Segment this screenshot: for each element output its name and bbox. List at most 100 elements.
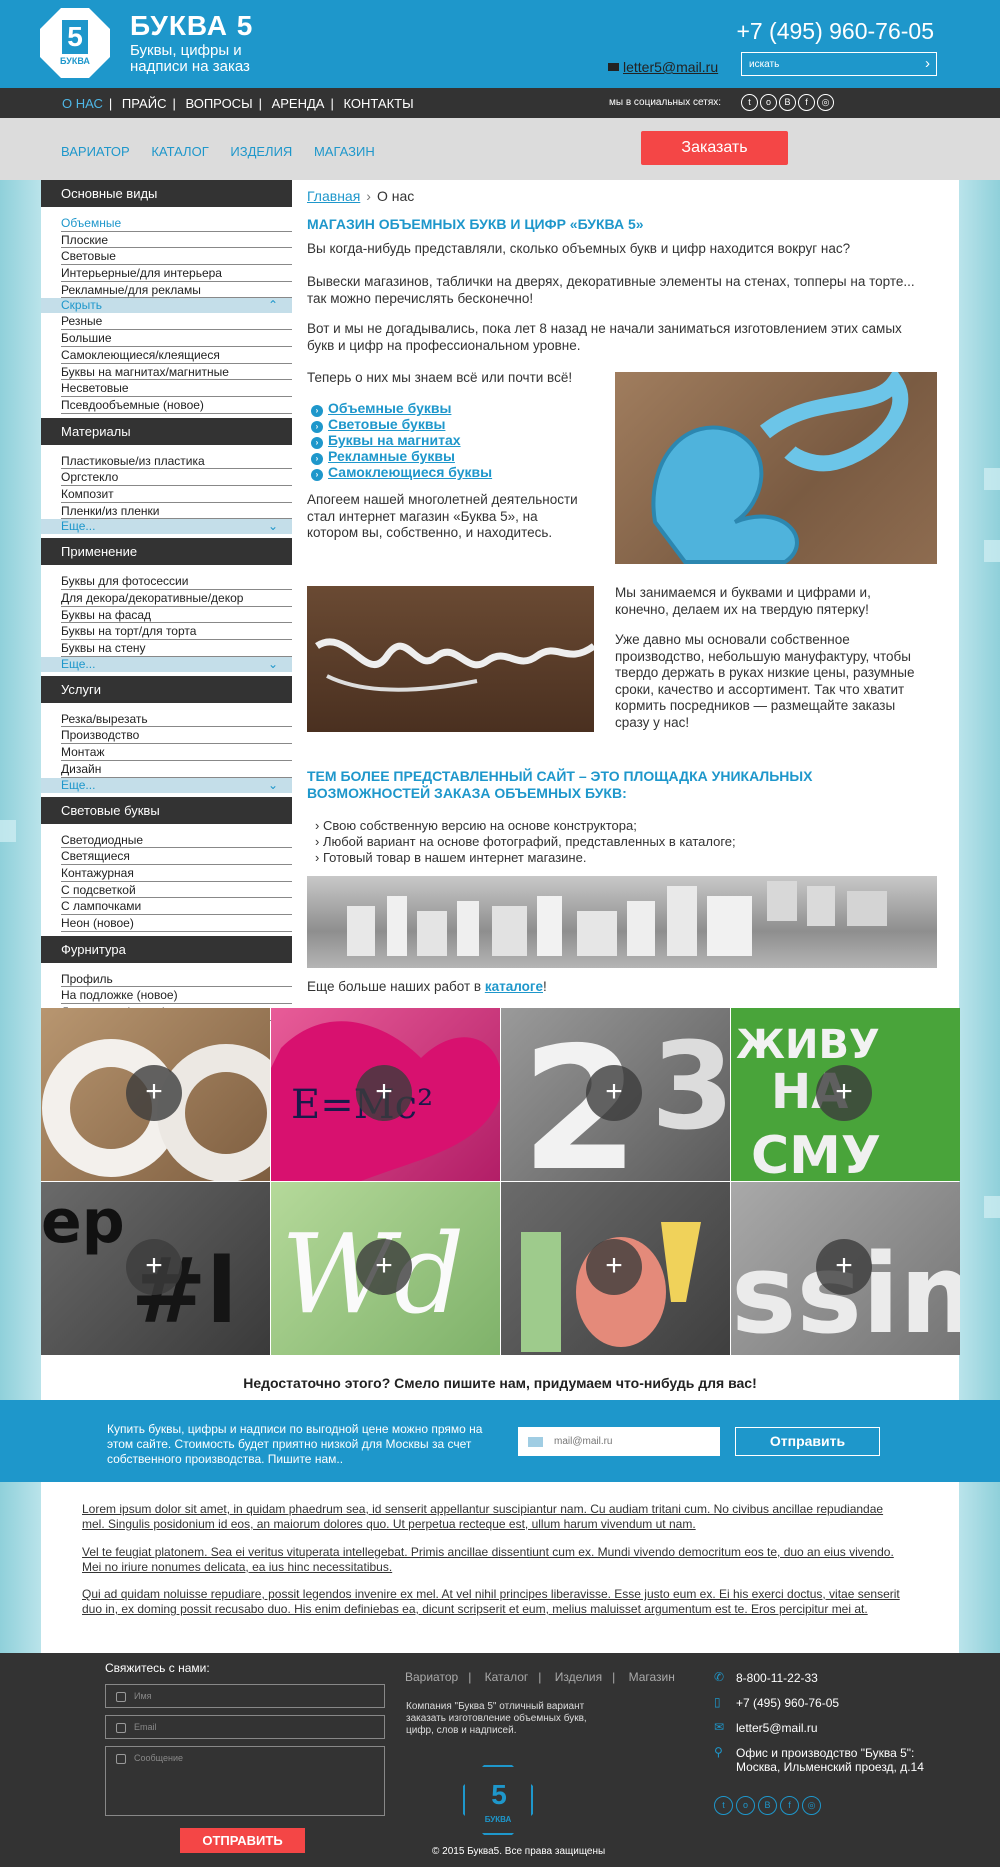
sidebar-item[interactable]: Интерьерные/для интерьера	[61, 265, 292, 282]
subnav-products[interactable]: ИЗДЕЛИЯ	[230, 144, 292, 159]
logo[interactable]: 5 БУКВА	[40, 8, 110, 78]
subscribe-email-input[interactable]	[518, 1427, 720, 1456]
sidebar-item[interactable]: Рекламные/для рекламы	[61, 282, 292, 299]
gallery-tile[interactable]: 23 +	[501, 1008, 730, 1181]
name-field[interactable]: Имя	[105, 1684, 385, 1708]
sidebar-toggle[interactable]: Скрыть ⌃	[41, 298, 292, 314]
footer-nav-variator[interactable]: Вариатор	[405, 1670, 458, 1684]
facebook-icon[interactable]: f	[798, 94, 815, 111]
sidebar-item[interactable]: Пленки/из пленки	[61, 503, 292, 520]
sidebar-item[interactable]: Буквы для фотосессии	[61, 573, 292, 590]
footer-logo[interactable]: 5 БУКВА	[463, 1765, 533, 1835]
instagram-icon[interactable]: ◎	[817, 94, 834, 111]
sidebar-item[interactable]: Пластиковые/из пластика	[61, 453, 292, 470]
plus-icon[interactable]: +	[126, 1239, 182, 1295]
facebook-icon[interactable]: f	[780, 1796, 799, 1815]
sidebar-item[interactable]: Профиль	[61, 971, 292, 988]
sidebar-item[interactable]: Производство	[61, 727, 292, 745]
nav-price[interactable]: ПРАЙС	[122, 96, 167, 111]
sidebar-item[interactable]: Буквы на магнитах/магнитные	[61, 364, 292, 381]
odnoklassniki-icon[interactable]: о	[736, 1796, 755, 1815]
footer-nav-catalog[interactable]: Каталог	[485, 1670, 529, 1684]
subscribe-send-button[interactable]: Отправить	[735, 1427, 880, 1456]
catalog-link[interactable]: каталоге	[485, 979, 543, 994]
gallery-tile[interactable]: E=Mc² +	[271, 1008, 500, 1181]
sidebar-item[interactable]: Большие	[61, 330, 292, 347]
footer-phone2[interactable]: +7 (495) 960-76-05	[736, 1696, 839, 1710]
feature-item: › Любой вариант на основе фотографий, пр…	[315, 834, 736, 849]
sidebar-item[interactable]: Световые	[61, 248, 292, 266]
gallery-tile[interactable]: ЖИВУ НА СМУ +	[731, 1008, 960, 1181]
nav-questions[interactable]: ВОПРОСЫ	[185, 96, 252, 111]
chevron-right-icon[interactable]: ›	[925, 55, 930, 73]
sidebar-item[interactable]: Контажурная	[61, 865, 292, 882]
sidebar-item[interactable]: Псевдообъемные (новое)	[61, 397, 292, 414]
subnav-shop[interactable]: МАГАЗИН	[314, 144, 375, 159]
sidebar-item[interactable]: Буквы на стену	[61, 640, 292, 657]
plus-icon[interactable]: +	[586, 1239, 642, 1295]
sidebar-item[interactable]: Оргстекло	[61, 469, 292, 486]
twitter-icon[interactable]: t	[741, 94, 758, 111]
sidebar-item[interactable]: Буквы на фасад	[61, 607, 292, 624]
sidebar-item[interactable]: Буквы на торт/для торта	[61, 623, 292, 641]
sidebar-item[interactable]: Резка/вырезать	[61, 711, 292, 728]
plus-icon[interactable]: +	[586, 1065, 642, 1121]
email-field[interactable]: Email	[105, 1715, 385, 1739]
gallery-tile[interactable]: ssim +	[731, 1182, 960, 1355]
nav-rent[interactable]: АРЕНДА	[272, 96, 325, 111]
nav-contacts[interactable]: КОНТАКТЫ	[344, 96, 414, 111]
user-icon	[116, 1692, 126, 1702]
sidebar-item[interactable]: С подсветкой	[61, 882, 292, 899]
plus-icon[interactable]: +	[356, 1239, 412, 1295]
subnav-variator[interactable]: ВАРИАТОР	[61, 144, 130, 159]
odnoklassniki-icon[interactable]: о	[760, 94, 777, 111]
plus-icon[interactable]: +	[126, 1065, 182, 1121]
sidebar-item[interactable]: Неон (новое)	[61, 915, 292, 932]
sidebar-item[interactable]: Резные	[61, 313, 292, 331]
plus-icon[interactable]: +	[356, 1065, 412, 1121]
footer-nav-shop[interactable]: Магазин	[629, 1670, 675, 1684]
plus-icon[interactable]: +	[816, 1239, 872, 1295]
footer-send-button[interactable]: ОТПРАВИТЬ	[180, 1828, 305, 1853]
sidebar-item[interactable]: На подложке (новое)	[61, 987, 292, 1004]
vk-icon[interactable]: В	[758, 1796, 777, 1815]
sidebar-item[interactable]: С лампочками	[61, 898, 292, 915]
sidebar-item[interactable]: Светящиеся	[61, 848, 292, 865]
instagram-icon[interactable]: ◎	[802, 1796, 821, 1815]
search-input[interactable]	[742, 53, 912, 75]
message-field[interactable]: Сообщение	[105, 1746, 385, 1816]
sidebar-more[interactable]: Еще... ⌄	[41, 777, 292, 793]
subnav-catalog[interactable]: КАТАЛОГ	[151, 144, 208, 159]
sidebar-item[interactable]: Самоклеющиеся/клеящиеся	[61, 347, 292, 364]
order-button[interactable]: Заказать	[641, 131, 788, 165]
footer-nav-products[interactable]: Изделия	[555, 1670, 602, 1684]
link-ad-letters[interactable]: › Рекламные буквы	[311, 448, 455, 465]
footer-email[interactable]: letter5@mail.ru	[736, 1721, 818, 1735]
gallery-tile[interactable]: Wd +	[271, 1182, 500, 1355]
sidebar-item[interactable]: Плоские	[61, 232, 292, 249]
sidebar-item[interactable]: Дизайн	[61, 761, 292, 778]
sidebar-item[interactable]: Для декора/декоративные/декор	[61, 590, 292, 607]
sidebar-item[interactable]: Несветовые	[61, 380, 292, 397]
gallery-tile[interactable]: +	[41, 1008, 270, 1181]
sidebar-item[interactable]: Монтаж	[61, 744, 292, 761]
link-light-letters[interactable]: › Световые буквы	[311, 416, 445, 433]
breadcrumb-home[interactable]: Главная	[307, 188, 360, 204]
plus-icon[interactable]: +	[816, 1065, 872, 1121]
sidebar-item[interactable]: Объемные	[61, 215, 292, 232]
sidebar-item[interactable]: Светодиодные	[61, 832, 292, 849]
gallery-tile[interactable]: +	[501, 1182, 730, 1355]
header-phone[interactable]: +7 (495) 960-76-05	[736, 18, 934, 45]
sidebar-item[interactable]: Композит	[61, 486, 292, 503]
footer-phone1[interactable]: 8-800-11-22-33	[736, 1671, 818, 1685]
nav-about[interactable]: О НАС	[62, 96, 103, 111]
sidebar-more[interactable]: Еще... ⌄	[41, 656, 292, 672]
sidebar-more[interactable]: Еще... ⌄	[41, 519, 292, 535]
link-volume-letters[interactable]: › Объемные буквы	[311, 400, 451, 417]
link-adhesive-letters[interactable]: › Самоклеющиеся буквы	[311, 464, 492, 481]
gallery-tile[interactable]: ep #l +	[41, 1182, 270, 1355]
vk-icon[interactable]: В	[779, 94, 796, 111]
header-email-link[interactable]: letter5@mail.ru	[608, 59, 718, 75]
link-magnet-letters[interactable]: › Буквы на магнитах	[311, 432, 461, 449]
twitter-icon[interactable]: t	[714, 1796, 733, 1815]
